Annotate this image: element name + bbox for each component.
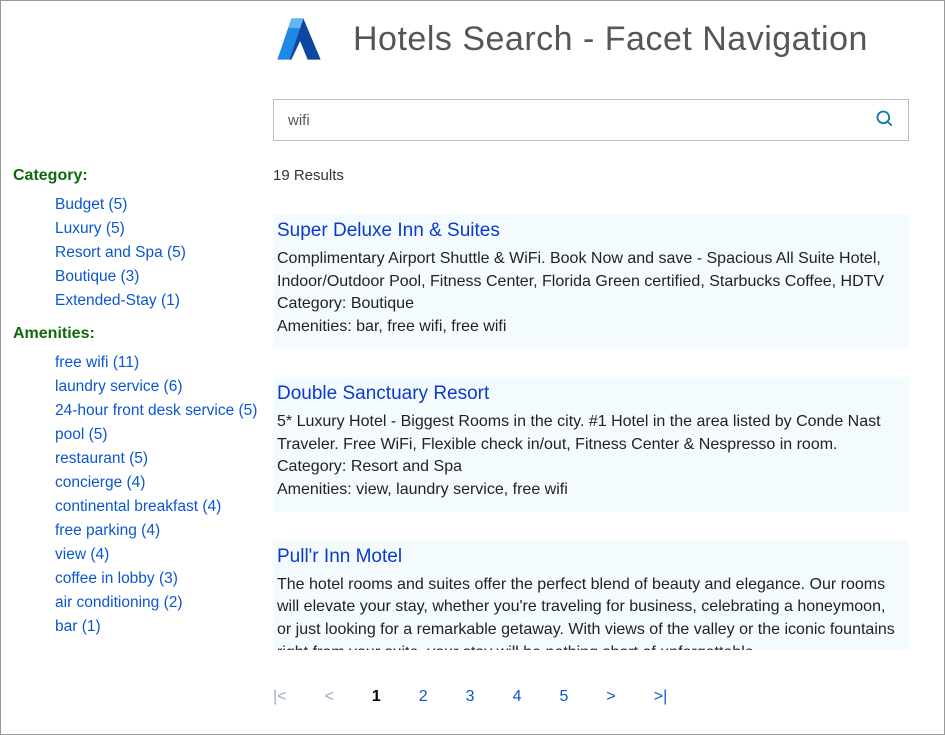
facet-item: 24-hour front desk service (5) xyxy=(55,401,265,421)
facet-item: Luxury (5) xyxy=(55,219,265,239)
pager-next[interactable]: > xyxy=(606,688,615,706)
facet-item: free parking (4) xyxy=(55,521,265,541)
facet-heading-amenities: Amenities: xyxy=(13,325,265,343)
header: Hotels Search - Facet Navigation xyxy=(273,13,868,65)
result-title-link[interactable]: Pull'r Inn Motel xyxy=(277,546,899,568)
facet-sidebar: Category: Budget (5) Luxury (5) Resort a… xyxy=(13,167,265,641)
facet-item: concierge (4) xyxy=(55,473,265,493)
result-title-link[interactable]: Double Sanctuary Resort xyxy=(277,383,899,405)
facet-item: Boutique (3) xyxy=(55,267,265,287)
pager-page-1: 1 xyxy=(372,688,381,706)
facet-item: restaurant (5) xyxy=(55,449,265,469)
results-list: Super Deluxe Inn & Suites Complimentary … xyxy=(273,214,909,650)
pager-page-5[interactable]: 5 xyxy=(559,688,568,706)
facet-link[interactable]: air conditioning (2) xyxy=(55,594,183,611)
result-card: Super Deluxe Inn & Suites Complimentary … xyxy=(273,214,909,349)
result-description: Complimentary Airport Shuttle & WiFi. Bo… xyxy=(277,248,899,293)
result-description: The hotel rooms and suites offer the per… xyxy=(277,574,899,650)
app-window: Hotels Search - Facet Navigation Categor… xyxy=(0,0,945,735)
facet-link[interactable]: coffee in lobby (3) xyxy=(55,570,178,587)
facet-item: coffee in lobby (3) xyxy=(55,569,265,589)
facet-link[interactable]: 24-hour front desk service (5) xyxy=(55,402,257,419)
facet-list-category: Budget (5) Luxury (5) Resort and Spa (5)… xyxy=(55,195,265,311)
facet-link[interactable]: Luxury (5) xyxy=(55,220,125,237)
facet-item: Extended-Stay (1) xyxy=(55,291,265,311)
facet-link[interactable]: pool (5) xyxy=(55,426,108,443)
facet-item: Budget (5) xyxy=(55,195,265,215)
facet-link[interactable]: laundry service (6) xyxy=(55,378,183,395)
result-card: Pull'r Inn Motel The hotel rooms and sui… xyxy=(273,540,909,650)
result-title-link[interactable]: Super Deluxe Inn & Suites xyxy=(277,220,899,242)
pager-page-2[interactable]: 2 xyxy=(419,688,428,706)
facet-link[interactable]: Resort and Spa (5) xyxy=(55,244,186,261)
facet-link[interactable]: restaurant (5) xyxy=(55,450,148,467)
facet-item: bar (1) xyxy=(55,617,265,637)
search-bar xyxy=(273,99,909,141)
result-amenities: Amenities: bar, free wifi, free wifi xyxy=(277,316,899,339)
results-area: 19 Results Super Deluxe Inn & Suites Com… xyxy=(273,167,909,650)
facet-item: free wifi (11) xyxy=(55,353,265,373)
pager-page-4[interactable]: 4 xyxy=(513,688,522,706)
result-description: 5* Luxury Hotel - Biggest Rooms in the c… xyxy=(277,411,899,456)
facet-link[interactable]: free wifi (11) xyxy=(55,354,139,371)
facet-link[interactable]: free parking (4) xyxy=(55,522,160,539)
results-count: 19 Results xyxy=(273,167,909,184)
facet-item: laundry service (6) xyxy=(55,377,265,397)
pager: |< < 1 2 3 4 5 > >| xyxy=(273,688,667,706)
facet-item: view (4) xyxy=(55,545,265,565)
search-input[interactable] xyxy=(274,100,862,140)
page-title: Hotels Search - Facet Navigation xyxy=(353,20,868,59)
search-button[interactable] xyxy=(862,100,908,140)
facet-link[interactable]: bar (1) xyxy=(55,618,101,635)
pager-prev[interactable]: < xyxy=(325,688,334,706)
facet-item: air conditioning (2) xyxy=(55,593,265,613)
facet-link[interactable]: Boutique (3) xyxy=(55,268,139,285)
facet-item: continental breakfast (4) xyxy=(55,497,265,517)
facet-link[interactable]: Budget (5) xyxy=(55,196,127,213)
pager-first[interactable]: |< xyxy=(273,688,287,706)
facet-link[interactable]: view (4) xyxy=(55,546,109,563)
pager-last[interactable]: >| xyxy=(654,688,668,706)
facet-item: pool (5) xyxy=(55,425,265,445)
facet-list-amenities: free wifi (11) laundry service (6) 24-ho… xyxy=(55,353,265,637)
result-card: Double Sanctuary Resort 5* Luxury Hotel … xyxy=(273,377,909,512)
result-amenities: Amenities: view, laundry service, free w… xyxy=(277,479,899,502)
result-category: Category: Resort and Spa xyxy=(277,456,899,479)
facet-link[interactable]: concierge (4) xyxy=(55,474,145,491)
facet-heading-category: Category: xyxy=(13,167,265,185)
azure-logo-icon xyxy=(273,13,325,65)
result-category: Category: Boutique xyxy=(277,293,899,316)
search-icon xyxy=(875,109,895,132)
pager-page-3[interactable]: 3 xyxy=(466,688,475,706)
facet-link[interactable]: Extended-Stay (1) xyxy=(55,292,180,309)
facet-item: Resort and Spa (5) xyxy=(55,243,265,263)
facet-link[interactable]: continental breakfast (4) xyxy=(55,498,221,515)
